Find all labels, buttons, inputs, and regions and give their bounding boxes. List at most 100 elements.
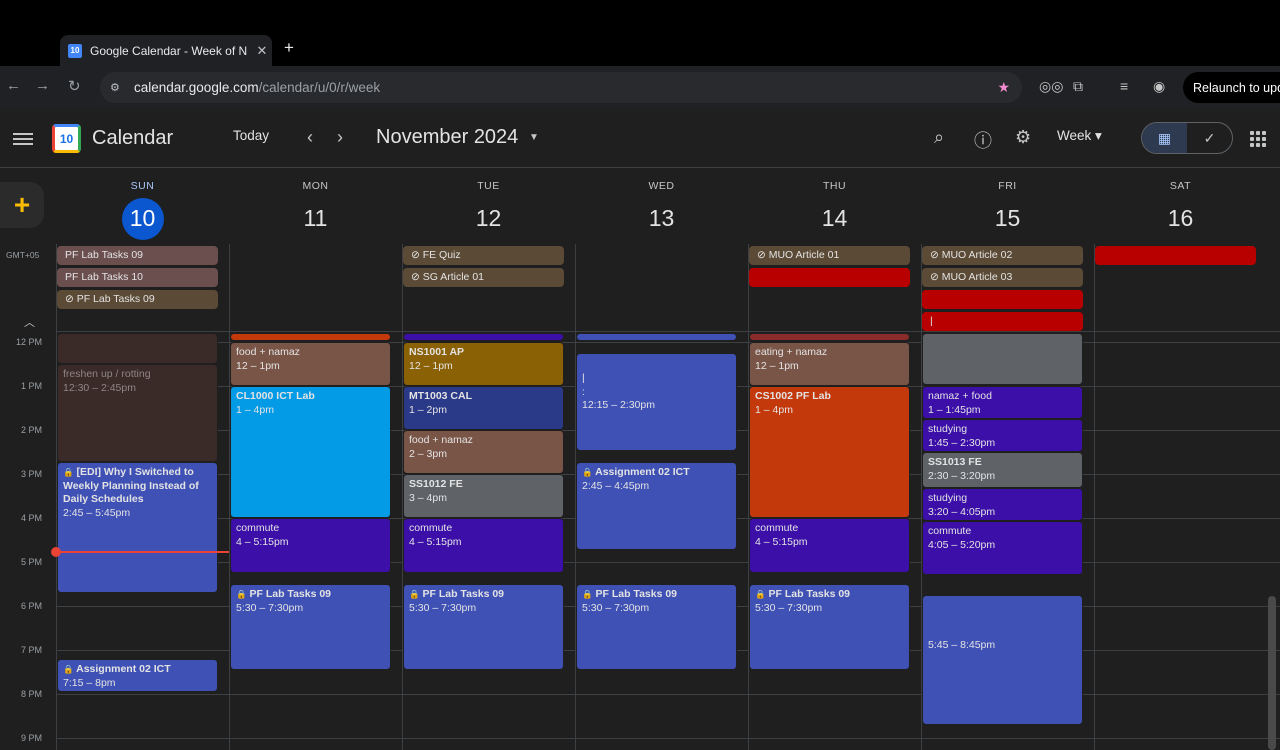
apps-icon[interactable] bbox=[1250, 131, 1266, 147]
allday-task[interactable]: ⊘ MUO Article 02 bbox=[922, 246, 1083, 265]
calendar-event[interactable]: 🔒 PF Lab Tasks 09 5:30 – 7:30pm bbox=[403, 584, 564, 670]
allday-event[interactable] bbox=[922, 290, 1083, 309]
calendar-event[interactable]: studying 3:20 – 4:05pm bbox=[922, 488, 1083, 521]
hour-line bbox=[56, 694, 1280, 695]
collapse-allday-icon[interactable]: ︿ bbox=[24, 314, 35, 330]
extension-icon[interactable]: ⧉ bbox=[1073, 78, 1083, 95]
back-icon[interactable]: ← bbox=[6, 77, 21, 94]
calendar-event[interactable]: CS1002 PF Lab 1 – 4pm bbox=[749, 386, 910, 518]
calendar-event[interactable]: |:12:15 – 2:30pm bbox=[576, 353, 737, 451]
allday-divider bbox=[56, 331, 1280, 332]
relaunch-button[interactable]: Relaunch to upd bbox=[1183, 72, 1280, 103]
calendar-event[interactable]: commute 4:05 – 5:20pm bbox=[922, 521, 1083, 575]
address-bar[interactable]: ⚙ calendar.google.com/calendar/u/0/r/wee… bbox=[100, 72, 1022, 103]
calendar-event[interactable] bbox=[230, 333, 391, 341]
calendar-event[interactable]: 5:45 – 8:45pm bbox=[922, 595, 1083, 725]
lock-icon: 🔒 bbox=[63, 467, 74, 477]
task-check-icon: ⊘ bbox=[930, 271, 942, 283]
bookmark-star-icon[interactable]: ★ bbox=[997, 79, 1010, 96]
calendar-event[interactable] bbox=[576, 333, 737, 341]
forward-icon[interactable]: → bbox=[35, 77, 50, 94]
hour-label: 5 PM bbox=[20, 557, 42, 567]
current-time-line bbox=[56, 551, 229, 553]
current-month-label[interactable]: November 2024 bbox=[376, 126, 518, 149]
allday-event[interactable]: PF Lab Tasks 10 bbox=[57, 268, 218, 287]
calendar-event[interactable]: 🔒 [EDI] Why I Switched to Weekly Plannin… bbox=[57, 462, 218, 593]
calendar-view-icon[interactable]: ▦ bbox=[1142, 123, 1187, 153]
current-time-dot bbox=[51, 547, 61, 557]
lock-icon: 🔒 bbox=[582, 467, 593, 477]
browser-tab[interactable]: 10 Google Calendar - Week of N ✕ bbox=[60, 35, 272, 66]
profile-icon[interactable]: ◉ bbox=[1153, 78, 1165, 95]
lock-icon: 🔒 bbox=[236, 589, 247, 599]
allday-event[interactable] bbox=[1095, 246, 1256, 265]
allday-event[interactable]: PF Lab Tasks 09 bbox=[57, 246, 218, 265]
calendar-event[interactable]: SS1012 FE 3 – 4pm bbox=[403, 474, 564, 518]
calendar-event[interactable]: MT1003 CAL 1 – 2pm bbox=[403, 386, 564, 430]
hour-label: 3 PM bbox=[20, 469, 42, 479]
calendar-event[interactable]: SS1013 FE 2:30 – 3:20pm bbox=[922, 452, 1083, 488]
site-info-icon[interactable]: ⚙ bbox=[110, 81, 128, 94]
allday-event[interactable] bbox=[749, 268, 910, 287]
reload-icon[interactable]: ↻ bbox=[68, 77, 81, 95]
calendar-event[interactable]: freshen up / rotting 12:30 – 2:45pm bbox=[57, 364, 218, 462]
day-header-thu[interactable]: THU 14 bbox=[748, 180, 921, 240]
calendar-event[interactable]: studying 1:45 – 2:30pm bbox=[922, 419, 1083, 452]
calendar-event[interactable]: food + namaz 2 – 3pm bbox=[403, 430, 564, 474]
tasks-icon[interactable]: ✓ bbox=[1187, 123, 1232, 153]
allday-task[interactable]: ⊘ FE Quiz bbox=[403, 246, 564, 265]
day-header-wed[interactable]: WED 13 bbox=[575, 180, 748, 240]
day-header-tue[interactable]: TUE 12 bbox=[402, 180, 575, 240]
today-button[interactable]: Today bbox=[222, 128, 280, 150]
search-icon[interactable]: ⌕ bbox=[934, 127, 944, 148]
close-tab-icon[interactable]: ✕ bbox=[252, 43, 272, 59]
day-header-fri[interactable]: FRI 15 bbox=[921, 180, 1094, 240]
hour-label: 2 PM bbox=[20, 425, 42, 435]
calendar-event[interactable]: CL1000 ICT Lab 1 – 4pm bbox=[230, 386, 391, 518]
day-header-sat[interactable]: SAT 16 bbox=[1094, 180, 1267, 240]
calendar-event[interactable]: 🔒 PF Lab Tasks 09 5:30 – 7:30pm bbox=[749, 584, 910, 670]
day-header-mon[interactable]: MON 11 bbox=[229, 180, 402, 240]
next-week-button[interactable]: › bbox=[337, 127, 343, 148]
calendar-event[interactable]: 🔒 PF Lab Tasks 09 5:30 – 7:30pm bbox=[230, 584, 391, 670]
calendar-event[interactable]: NS1001 AP 12 – 1pm bbox=[403, 342, 564, 386]
view-toggle: ▦ ✓ bbox=[1141, 122, 1233, 154]
day-header-sun[interactable]: SUN 10 bbox=[56, 180, 229, 240]
settings-icon[interactable]: ⚙ bbox=[1015, 127, 1031, 148]
reading-list-icon[interactable]: ≡ bbox=[1120, 78, 1128, 94]
calendar-event[interactable] bbox=[749, 333, 910, 341]
allday-task[interactable]: ⊘ MUO Article 01 bbox=[749, 246, 910, 265]
allday-task[interactable]: ⊘ MUO Article 03 bbox=[922, 268, 1083, 287]
hour-label: 1 PM bbox=[20, 381, 42, 391]
task-check-icon: ⊘ bbox=[757, 249, 769, 261]
grid-scrollbar[interactable] bbox=[1268, 596, 1276, 750]
calendar-event[interactable]: 🔒 PF Lab Tasks 09 5:30 – 7:30pm bbox=[576, 584, 737, 670]
calendar-event[interactable]: eating + namaz 12 – 1pm bbox=[749, 342, 910, 386]
calendar-event[interactable]: 🔒 Assignment 02 ICT 2:45 – 4:45pm bbox=[576, 462, 737, 550]
create-button[interactable]: + bbox=[0, 182, 44, 228]
calendar-event[interactable]: commute 4 – 5:15pm bbox=[749, 518, 910, 573]
calendar-event[interactable]: food + namaz 12 – 1pm bbox=[230, 342, 391, 386]
allday-task[interactable]: ⊘ PF Lab Tasks 09 bbox=[57, 290, 218, 309]
incognito-glasses-icon[interactable]: ◎◎ bbox=[1039, 78, 1063, 95]
chevron-down-icon[interactable]: ▼ bbox=[529, 132, 539, 143]
calendar-event[interactable]: commute 4 – 5:15pm bbox=[230, 518, 391, 573]
help-icon[interactable]: ⓘ bbox=[974, 127, 992, 153]
calendar-event[interactable] bbox=[57, 333, 218, 364]
view-switcher-button[interactable]: Week ▾ bbox=[1057, 128, 1102, 144]
allday-event[interactable]: | bbox=[922, 312, 1083, 331]
calendar-event[interactable]: namaz + food 1 – 1:45pm bbox=[922, 386, 1083, 419]
task-check-icon: ⊘ bbox=[65, 293, 77, 305]
calendar-logo-icon[interactable]: 10 bbox=[52, 124, 81, 153]
calendar-event[interactable]: commute 4 – 5:15pm bbox=[403, 518, 564, 573]
calendar-event[interactable] bbox=[922, 333, 1083, 385]
menu-icon[interactable] bbox=[13, 130, 33, 148]
new-tab-button[interactable]: + bbox=[284, 38, 294, 58]
allday-task[interactable]: ⊘ SG Article 01 bbox=[403, 268, 564, 287]
hour-label: 7 PM bbox=[20, 645, 42, 655]
lock-icon: 🔒 bbox=[582, 589, 593, 599]
calendar-event[interactable]: 🔒 Assignment 02 ICT 7:15 – 8pm bbox=[57, 659, 218, 692]
lock-icon: 🔒 bbox=[755, 589, 766, 599]
calendar-event[interactable] bbox=[403, 333, 564, 341]
previous-week-button[interactable]: ‹ bbox=[307, 127, 313, 148]
